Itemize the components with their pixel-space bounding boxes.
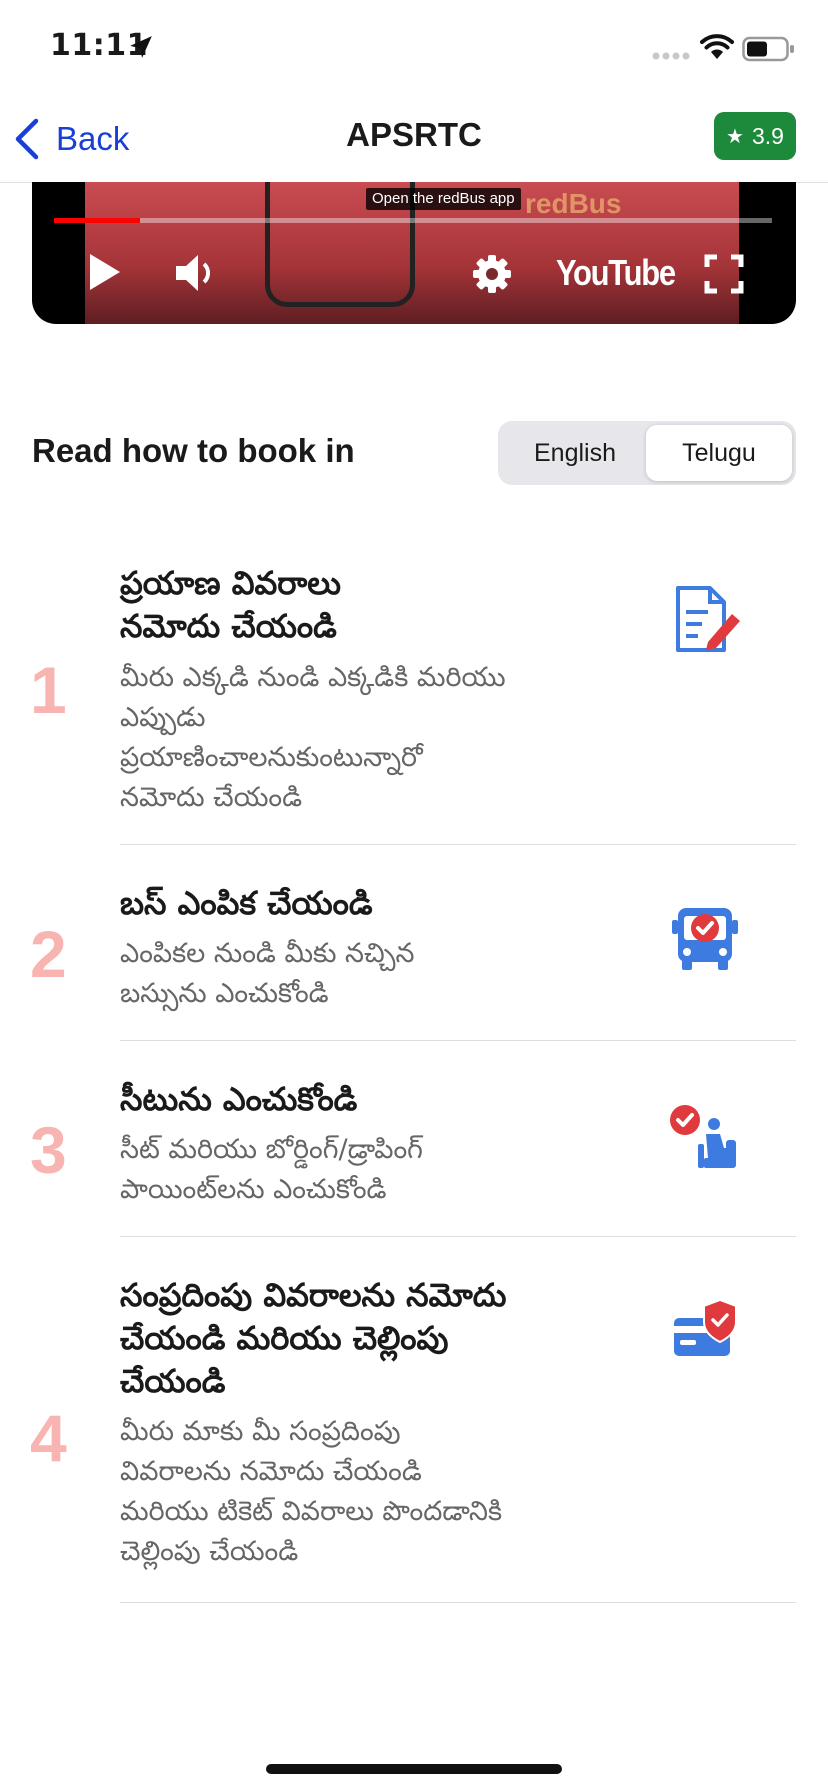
segment-english[interactable]: English — [502, 425, 648, 481]
star-icon: ★ — [726, 125, 744, 148]
rating-value: 3.9 — [751, 122, 784, 149]
battery-icon — [742, 36, 794, 62]
video-player[interactable]: redBus Open the redBus app YouTube — [32, 182, 796, 324]
chevron-left-icon — [15, 118, 39, 160]
rating-badge[interactable]: ★ 3.9 — [714, 112, 796, 160]
video-tooltip: Open the redBus app — [366, 188, 521, 210]
play-icon[interactable] — [86, 252, 122, 292]
status-bar: 11:11 — [0, 0, 828, 100]
step-description: మీరు మాకు మీ సంప్రదింపు వివరాలను నమోదు చ… — [120, 1416, 503, 1567]
divider — [120, 844, 796, 845]
wifi-icon — [700, 34, 734, 59]
step-number: 3 — [30, 1113, 67, 1187]
fullscreen-icon[interactable] — [704, 254, 744, 294]
secure-card-icon — [674, 1298, 737, 1356]
divider — [120, 1602, 796, 1603]
edit-document-icon — [676, 586, 740, 652]
back-button[interactable]: Back — [14, 114, 129, 164]
signal-icon — [652, 52, 690, 60]
video-progress-bar[interactable] — [54, 218, 772, 223]
language-heading: Read how to book in — [32, 432, 355, 469]
gear-icon[interactable] — [472, 254, 512, 294]
location-arrow-icon — [130, 36, 152, 58]
step-title: సంప్రదింపు వివరాలను నమోదు చేయండి మరియు చ… — [120, 1276, 507, 1400]
language-segmented-control: English Telugu — [498, 421, 796, 485]
step-number: 1 — [30, 653, 67, 727]
volume-icon[interactable] — [174, 252, 220, 294]
divider — [120, 1040, 796, 1041]
step-description: ఎంపికల నుండి మీకు నచ్చిన బస్సును ఎంచుకోం… — [120, 938, 415, 1009]
step-title: ప్రయాణ వివరాలు నమోదు చేయండి — [120, 564, 341, 645]
divider — [120, 1236, 796, 1237]
step-title: సీటును ఎంచుకోండి — [120, 1080, 358, 1118]
segment-telugu[interactable]: Telugu — [646, 425, 792, 481]
bus-check-icon — [672, 908, 738, 970]
navigation-bar: Back APSRTC ★ 3.9 — [0, 100, 828, 183]
video-progress-fill — [54, 218, 141, 223]
step-description: సీట్ మరియు బోర్డింగ్/డ్రాపింగ్ పాయింట్‌ల… — [120, 1134, 423, 1205]
step-description: మీరు ఎక్కడి నుండి ఎక్కడికి మరియు ఎప్పుడు… — [120, 662, 506, 813]
seat-check-icon — [670, 1105, 736, 1168]
step-title: బస్ ఎంపిక చేయండి — [120, 884, 373, 922]
video-logo-text: redBus — [525, 188, 622, 219]
step-number: 4 — [30, 1401, 67, 1475]
youtube-logo[interactable]: YouTube — [556, 252, 676, 294]
back-label: Back — [56, 120, 130, 157]
home-indicator — [266, 1764, 562, 1774]
step-number: 2 — [30, 917, 67, 991]
